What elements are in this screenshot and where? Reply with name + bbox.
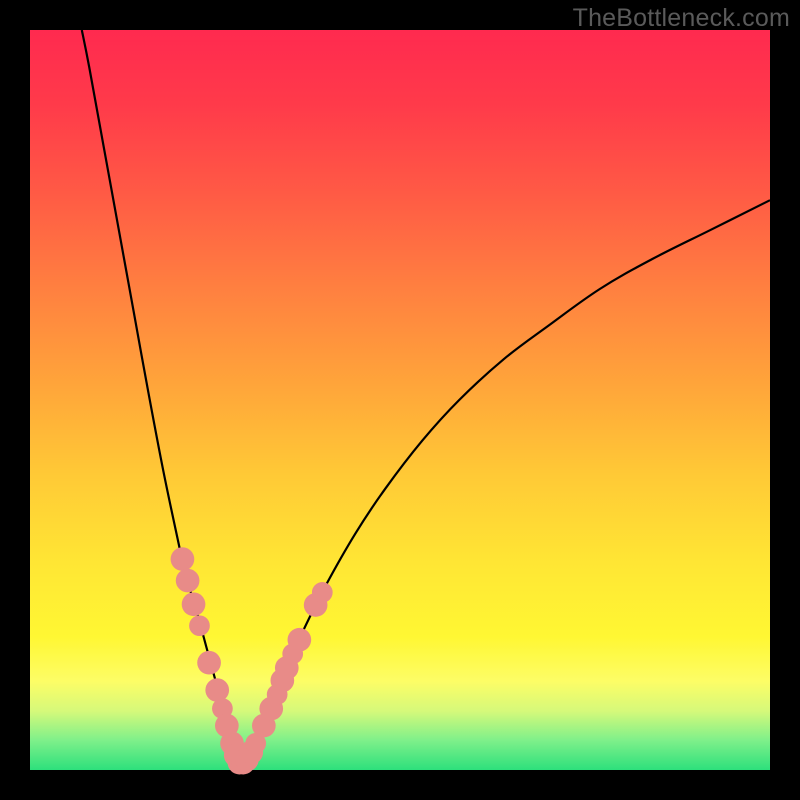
data-marker — [176, 569, 200, 593]
chart-frame: TheBottleneck.com — [0, 0, 800, 800]
data-marker — [189, 615, 210, 636]
data-marker — [205, 678, 229, 702]
data-marker — [171, 547, 195, 571]
data-marker — [288, 628, 312, 652]
data-marker — [197, 651, 221, 675]
data-markers — [171, 547, 333, 774]
data-marker — [312, 582, 333, 603]
watermark-text: TheBottleneck.com — [573, 4, 790, 33]
data-marker — [182, 592, 206, 616]
chart-svg — [30, 30, 770, 770]
plot-area — [30, 30, 770, 770]
curve-right — [241, 200, 770, 764]
